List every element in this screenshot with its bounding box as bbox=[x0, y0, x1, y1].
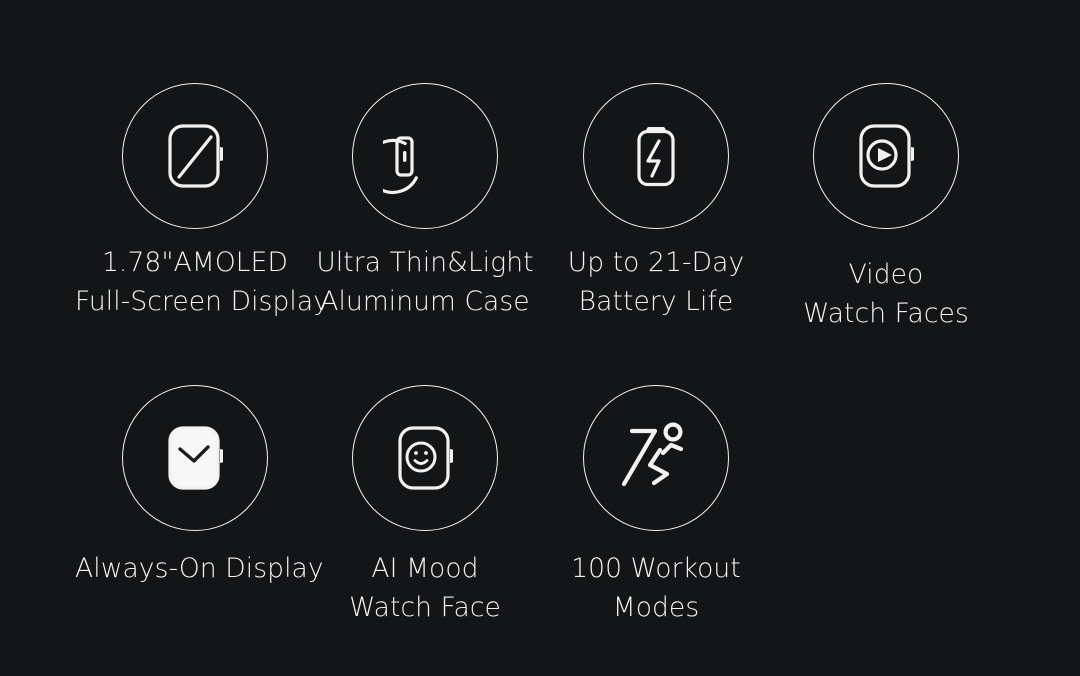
caption-line-1: Up to 21-Day bbox=[567, 247, 745, 278]
feature-item-always-on-display: Always-On Display bbox=[75, 385, 324, 588]
caption-line-2: Full-Screen Display bbox=[75, 286, 329, 318]
icon-circle bbox=[352, 83, 498, 229]
caption-line-1: Ultra Thin&Light bbox=[316, 247, 534, 278]
feature-caption: Video Watch Faces bbox=[766, 255, 1006, 333]
watch-side-profile-icon bbox=[383, 114, 467, 198]
icon-circle bbox=[583, 83, 729, 229]
battery-charge-icon bbox=[614, 114, 698, 198]
feature-item-video-watch-faces: Video Watch Faces bbox=[766, 83, 1006, 333]
caption-line-2: Battery Life bbox=[578, 286, 734, 318]
feature-caption: Always-On Display bbox=[75, 549, 324, 588]
caption-line-1: 1.78"AMOLED bbox=[101, 247, 289, 278]
caption-line-2: Aluminum Case bbox=[320, 286, 530, 318]
caption-line-1: 100 Workout bbox=[571, 553, 741, 584]
icon-circle bbox=[352, 385, 498, 531]
watch-video-play-icon bbox=[844, 114, 928, 198]
feature-caption: AI Mood Watch Face bbox=[305, 549, 545, 627]
feature-caption: 1.78"AMOLED Full-Screen Display bbox=[75, 243, 329, 321]
feature-item-ai-mood-watch-face: AI Mood Watch Face bbox=[305, 385, 545, 627]
running-person-icon bbox=[610, 412, 702, 504]
icon-circle bbox=[122, 83, 268, 229]
icon-circle bbox=[813, 83, 959, 229]
caption-line-1: AI Mood bbox=[371, 553, 479, 584]
caption-line-2: Watch Face bbox=[349, 592, 501, 624]
feature-item-thin-light-case: Ultra Thin&Light Aluminum Case bbox=[305, 83, 545, 321]
watch-always-on-clock-icon bbox=[153, 416, 237, 500]
icon-circle bbox=[122, 385, 268, 531]
feature-item-battery-life: Up to 21-Day Battery Life bbox=[536, 83, 776, 321]
feature-item-amoled-display: 1.78"AMOLED Full-Screen Display bbox=[75, 83, 329, 321]
feature-caption: 100 Workout Modes bbox=[536, 549, 776, 627]
icon-circle bbox=[583, 385, 729, 531]
watch-smiley-face-icon bbox=[383, 416, 467, 500]
caption-line-1: Always-On Display bbox=[75, 553, 324, 584]
feature-caption: Ultra Thin&Light Aluminum Case bbox=[305, 243, 545, 321]
caption-line-2: Watch Faces bbox=[803, 298, 969, 330]
caption-line-1: Video bbox=[848, 259, 924, 290]
feature-grid: 1.78"AMOLED Full-Screen Display Ultra Th… bbox=[0, 0, 1080, 676]
feature-item-workout-modes: 100 Workout Modes bbox=[536, 385, 776, 627]
caption-line-2: Modes bbox=[612, 592, 700, 624]
watch-display-icon bbox=[153, 114, 237, 198]
feature-caption: Up to 21-Day Battery Life bbox=[536, 243, 776, 321]
